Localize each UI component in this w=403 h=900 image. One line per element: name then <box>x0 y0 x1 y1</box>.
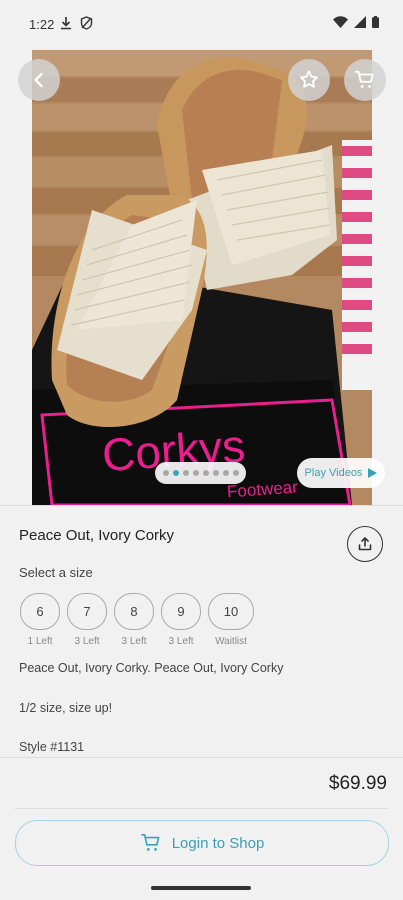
size-option-6[interactable]: 6 <box>20 593 60 630</box>
battery-icon <box>372 16 379 28</box>
wifi-icon <box>333 16 348 28</box>
login-to-shop-label: Login to Shop <box>171 834 265 852</box>
size-stock-8: 3 Left <box>121 636 147 647</box>
arrow-left-icon <box>34 72 43 88</box>
sandal-photo: Corkys Footwear <box>32 50 372 505</box>
back-button[interactable] <box>18 59 60 101</box>
play-icon <box>368 468 378 478</box>
login-to-shop-button[interactable]: Login to Shop <box>15 820 389 866</box>
size-option-9[interactable]: 9 <box>161 593 201 630</box>
status-time: 1:22 <box>29 17 55 32</box>
size-option-10[interactable]: 10 <box>208 593 254 630</box>
download-icon <box>61 17 71 30</box>
carousel-dot[interactable] <box>232 470 239 476</box>
select-size-label: Select a size <box>19 565 93 580</box>
cart-button[interactable] <box>344 59 386 101</box>
carousel-dot[interactable] <box>162 470 169 476</box>
cellular-signal-icon <box>354 16 366 28</box>
share-icon <box>358 537 372 551</box>
size-option-7[interactable]: 7 <box>67 593 107 630</box>
size-stock-6: 1 Left <box>27 636 53 647</box>
privacy-shield-icon <box>80 16 93 30</box>
cart-icon <box>140 834 160 851</box>
product-description: Peace Out, Ivory Corky. Peace Out, Ivory… <box>19 661 284 675</box>
play-videos-button[interactable]: Play Videos <box>297 458 385 488</box>
carousel-dot[interactable] <box>202 470 209 476</box>
product-image[interactable]: Corkys Footwear <box>32 50 372 505</box>
carousel-indicator[interactable] <box>155 462 246 484</box>
play-videos-label: Play Videos <box>304 467 363 479</box>
product-price: $69.99 <box>328 773 387 794</box>
size-stock-7: 3 Left <box>74 636 100 647</box>
size-option-8[interactable]: 8 <box>114 593 154 630</box>
carousel-dot[interactable] <box>182 470 189 476</box>
gesture-nav-handle[interactable] <box>151 886 251 890</box>
size-stock-10: Waitlist <box>215 636 247 647</box>
style-number: Style #1131 <box>19 740 85 754</box>
carousel-dot[interactable] <box>172 470 179 476</box>
product-title: Peace Out, Ivory Corky <box>19 527 175 544</box>
status-bar: 1:22 <box>0 0 403 48</box>
divider <box>0 757 403 758</box>
size-note: 1/2 size, size up! <box>19 701 113 715</box>
favorite-button[interactable] <box>288 59 330 101</box>
carousel-dot[interactable] <box>212 470 219 476</box>
carousel-dot[interactable] <box>222 470 229 476</box>
size-stock-9: 3 Left <box>168 636 194 647</box>
divider <box>0 505 403 506</box>
carousel-dot[interactable] <box>192 470 199 476</box>
share-button[interactable] <box>347 526 383 562</box>
cart-icon <box>354 70 374 88</box>
star-icon <box>300 70 318 88</box>
divider <box>15 808 388 809</box>
